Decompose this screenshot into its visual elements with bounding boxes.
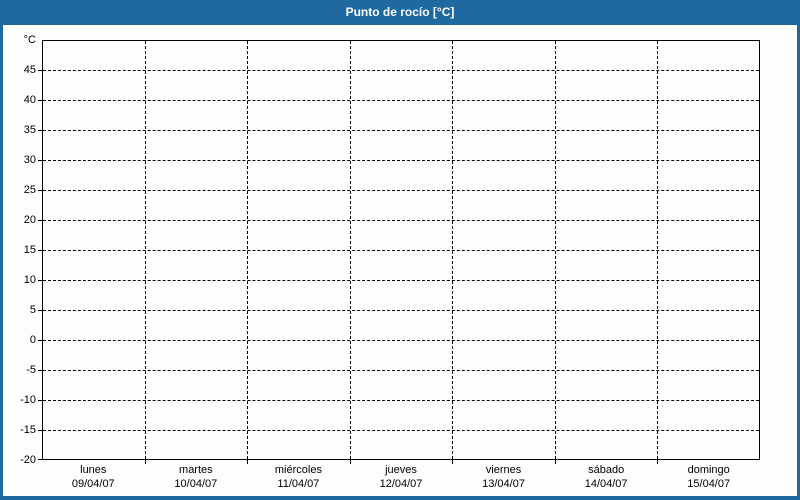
h-gridline [43, 280, 759, 281]
y-axis-tick [38, 400, 43, 401]
y-axis-tick [38, 430, 43, 431]
v-gridline [350, 41, 351, 459]
x-axis-date: 10/04/07 [174, 478, 218, 490]
h-gridline [43, 190, 759, 191]
x-axis-day-name: viernes [485, 464, 522, 476]
y-axis-label: 0 [29, 334, 36, 346]
chart-title: Punto de rocío [°C] [345, 5, 455, 19]
chart-window: Punto de rocío [°C] °C 45 40 35 30 25 20 15 10 5… [0, 0, 800, 500]
y-axis-label: -5 [26, 364, 36, 376]
chart-title-bar: Punto de rocío [°C] [3, 0, 797, 25]
x-axis-label: martes 10/04/07 [141, 463, 251, 491]
h-gridline [43, 370, 759, 371]
h-gridline [43, 220, 759, 221]
x-axis-date: 12/04/07 [379, 478, 423, 490]
x-axis-label: miércoles 11/04/07 [243, 463, 353, 491]
x-axis-day-name: lunes [80, 464, 107, 476]
plot-area [42, 40, 760, 460]
y-axis-label: 15 [23, 244, 36, 256]
h-gridline [43, 130, 759, 131]
h-gridline [43, 310, 759, 311]
h-gridline [43, 340, 759, 341]
y-axis-tick [38, 459, 43, 460]
x-axis-day-name: miércoles [274, 464, 322, 476]
x-axis-label: sábado 14/04/07 [551, 463, 661, 491]
h-gridline [43, 430, 759, 431]
y-axis-tick [38, 310, 43, 311]
x-axis-date: 11/04/07 [277, 478, 320, 490]
y-axis-tick [38, 340, 43, 341]
x-axis-label: lunes 09/04/07 [38, 463, 148, 491]
y-axis-label: 30 [23, 154, 36, 166]
x-axis-date: 15/04/07 [687, 478, 731, 490]
y-axis-label: -15 [20, 424, 36, 436]
y-axis-tick [38, 130, 43, 131]
x-axis-day-name: sábado [588, 464, 625, 476]
y-axis-label: 45 [23, 64, 36, 76]
y-axis-label: 25 [23, 184, 36, 196]
y-axis-label: -10 [20, 394, 36, 406]
y-axis-tick [38, 370, 43, 371]
x-axis-date: 09/04/07 [71, 478, 115, 490]
h-gridline [43, 160, 759, 161]
y-axis-label: 20 [23, 214, 36, 226]
y-axis-label: 40 [23, 94, 36, 106]
v-gridline [657, 41, 658, 459]
x-axis-day-name: domingo [687, 464, 730, 476]
v-gridline [145, 41, 146, 459]
h-gridline [43, 70, 759, 71]
y-axis-tick [38, 190, 43, 191]
y-axis-tick [38, 220, 43, 221]
h-gridline [43, 100, 759, 101]
h-gridline [43, 250, 759, 251]
y-axis-label: 35 [23, 124, 36, 136]
h-gridline [43, 400, 759, 401]
y-axis-tick [38, 250, 43, 251]
y-axis-tick [38, 160, 43, 161]
v-gridline [247, 41, 248, 459]
v-gridline [555, 41, 556, 459]
y-axis-tick [38, 70, 43, 71]
x-axis-label: viernes 13/04/07 [449, 463, 559, 491]
y-axis-tick [38, 100, 43, 101]
y-axis-label: 5 [29, 304, 36, 316]
x-axis-date: 14/04/07 [584, 478, 628, 490]
x-axis-label: jueves 12/04/07 [346, 463, 456, 491]
x-axis-day-name: jueves [385, 464, 417, 476]
y-axis-label: 10 [23, 274, 36, 286]
y-axis-label: -20 [20, 454, 36, 466]
y-axis-tick [38, 280, 43, 281]
x-axis-day-name: martes [179, 464, 213, 476]
y-axis-unit-label: °C [23, 34, 36, 46]
x-axis-label: domingo 15/04/07 [654, 463, 764, 491]
x-axis-date: 13/04/07 [482, 478, 525, 490]
v-gridline [452, 41, 453, 459]
